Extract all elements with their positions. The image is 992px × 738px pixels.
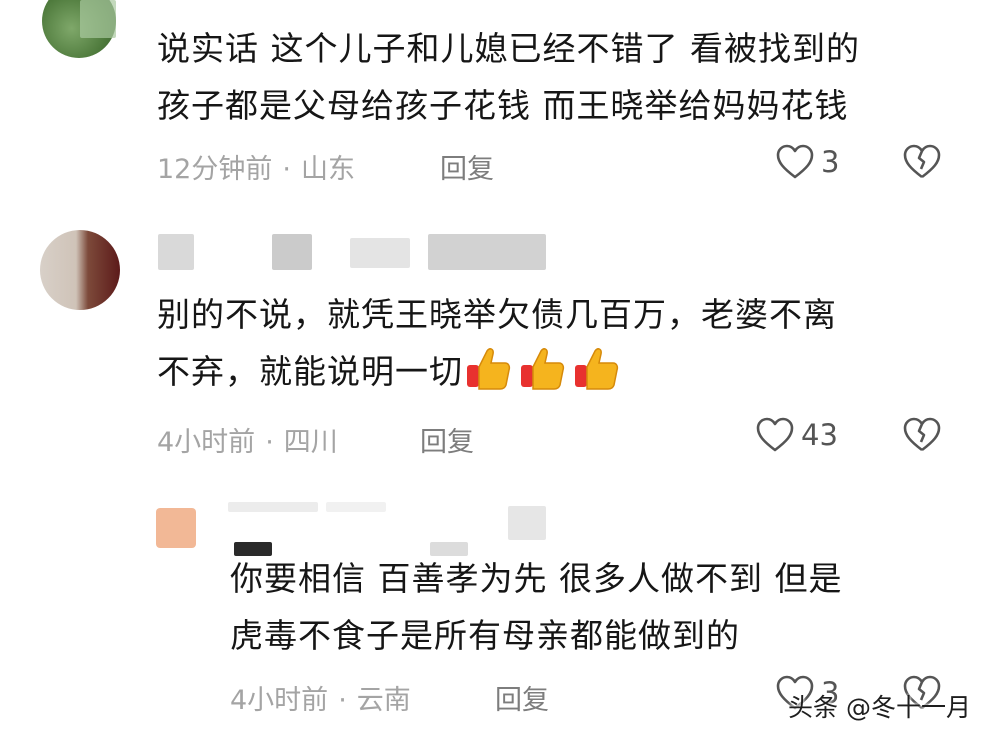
timestamp: 4小时前 xyxy=(157,427,256,458)
like-button[interactable]: 3 xyxy=(775,143,839,181)
username-blurred xyxy=(272,234,312,270)
location: 云南 xyxy=(356,685,411,716)
thumbs-up-icon xyxy=(521,348,565,390)
dislike-button[interactable] xyxy=(902,143,942,185)
comment-line: 孩子都是父母给孩子花钱 而王晓举给妈妈花钱 xyxy=(157,86,849,125)
comment-line: 别的不说，就凭王晓举欠债几百万，老婆不离 xyxy=(157,295,837,334)
comment-text: 别的不说，就凭王晓举欠债几百万，老婆不离 不弃，就能说明一切 xyxy=(157,286,837,400)
username-blurred xyxy=(350,238,410,268)
username-blurred xyxy=(228,502,318,512)
like-count: 43 xyxy=(801,418,838,452)
comment-meta: 12分钟前 · 山东 xyxy=(157,147,355,186)
comment-text: 你要相信 百善孝为先 很多人做不到 但是 虎毒不食子是所有母亲都能做到的 xyxy=(230,550,842,664)
watermark: 头条 @冬十一月 xyxy=(788,693,971,722)
broken-heart-icon xyxy=(903,144,941,179)
comment-line: 虎毒不食子是所有母亲都能做到的 xyxy=(230,616,740,655)
username-blurred xyxy=(158,234,194,270)
timestamp: 12分钟前 xyxy=(157,154,273,185)
username-blurred xyxy=(80,0,116,38)
dislike-button[interactable] xyxy=(902,416,942,458)
reply-button[interactable]: 回复 xyxy=(495,678,549,717)
heart-icon xyxy=(756,417,794,452)
comment-meta: 4小时前 · 云南 xyxy=(230,678,411,717)
like-button[interactable]: 43 xyxy=(755,416,838,454)
separator: · xyxy=(338,685,347,716)
separator: · xyxy=(282,154,291,185)
comment-line: 你要相信 百善孝为先 很多人做不到 但是 xyxy=(230,559,843,598)
location: 四川 xyxy=(283,427,338,458)
comment-2: 别的不说，就凭王晓举欠债几百万，老婆不离 不弃，就能说明一切 4小时前 · 四川 回… xyxy=(0,220,992,480)
thumbs-up-icon xyxy=(467,348,511,390)
comment-line: 说实话 这个儿子和儿媳已经不错了 看被找到的 xyxy=(157,29,860,68)
username-blurred xyxy=(428,234,546,270)
location: 山东 xyxy=(300,154,355,185)
thumbs-up-icon xyxy=(575,348,619,390)
avatar[interactable] xyxy=(156,508,196,548)
separator: · xyxy=(265,427,274,458)
heart-icon xyxy=(776,144,814,179)
broken-heart-icon xyxy=(903,417,941,452)
username-blurred xyxy=(508,506,546,540)
username-blurred xyxy=(326,502,386,512)
avatar[interactable] xyxy=(40,230,120,310)
comment-text: 说实话 这个儿子和儿媳已经不错了 看被找到的 孩子都是父母给孩子花钱 而王晓举给… xyxy=(157,20,860,134)
timestamp: 4小时前 xyxy=(230,685,329,716)
reply-button[interactable]: 回复 xyxy=(440,147,494,186)
comment-meta: 4小时前 · 四川 xyxy=(157,420,338,459)
comment-1: 说实话 这个儿子和儿媳已经不错了 看被找到的 孩子都是父母给孩子花钱 而王晓举给… xyxy=(0,0,992,200)
like-count: 3 xyxy=(821,145,840,179)
comment-line-text: 不弃，就能说明一切 xyxy=(157,352,463,391)
reply-button[interactable]: 回复 xyxy=(420,420,474,459)
comment-line: 不弃，就能说明一切 xyxy=(157,343,837,400)
